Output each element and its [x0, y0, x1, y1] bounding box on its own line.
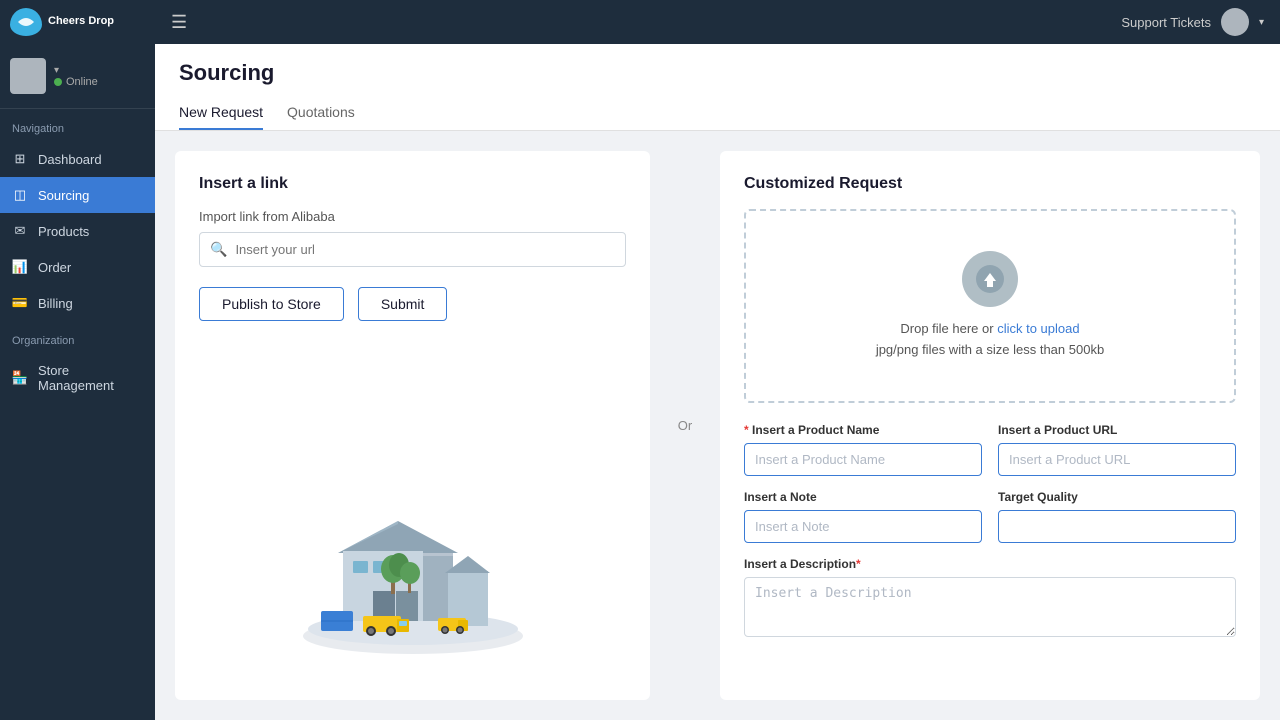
- sidebar-item-products[interactable]: ✉ Products: [0, 213, 155, 249]
- warehouse-illustration: [283, 461, 543, 656]
- or-divider: Or: [670, 151, 700, 700]
- status-dot: [54, 78, 62, 86]
- top-bar: ☰ Support Tickets ▾: [155, 0, 1280, 44]
- illustration: [199, 441, 626, 676]
- main-area: ☰ Support Tickets ▾ Sourcing New Request…: [155, 0, 1280, 720]
- search-icon: 🔍: [210, 241, 227, 258]
- user-info: ▾ Online: [54, 65, 98, 88]
- url-input-wrap: 🔍: [199, 232, 626, 267]
- description-group: Insert a Description*: [744, 557, 1236, 637]
- page-title: Sourcing: [179, 60, 1256, 86]
- sidebar-item-label: Sourcing: [38, 188, 89, 203]
- product-url-label: Insert a Product URL: [998, 423, 1236, 437]
- user-status: Online: [54, 76, 98, 88]
- sidebar-item-store-management[interactable]: 🏪 Store Management: [0, 353, 155, 403]
- avatar: [10, 58, 46, 94]
- url-input[interactable]: [235, 242, 615, 257]
- upload-text: Drop file here or click to upload jpg/pn…: [876, 319, 1104, 361]
- description-label: Insert a Description*: [744, 557, 1236, 571]
- upload-label-2: jpg/png files with a size less than 500k…: [876, 342, 1104, 357]
- logo[interactable]: Cheers Drop: [0, 0, 155, 44]
- top-bar-chevron-icon[interactable]: ▾: [1259, 17, 1264, 28]
- import-label: Import link from Alibaba: [199, 209, 626, 224]
- button-row: Publish to Store Submit: [199, 287, 626, 321]
- upload-click-link[interactable]: click to upload: [997, 321, 1079, 336]
- sidebar: Cheers Drop ▾ Online Navigation ⊞ Dashbo…: [0, 0, 155, 720]
- form-row-1: * Insert a Product Name Insert a Product…: [744, 423, 1236, 476]
- left-panel: Insert a link Import link from Alibaba 🔍…: [175, 151, 650, 700]
- top-bar-right: Support Tickets ▾: [1121, 8, 1264, 36]
- card-icon: 💳: [12, 295, 28, 311]
- right-panel: Customized Request Drop file here or cli…: [720, 151, 1260, 700]
- tab-new-request[interactable]: New Request: [179, 96, 263, 130]
- page-header: Sourcing New Request Quotations: [155, 44, 1280, 131]
- sidebar-item-label: Products: [38, 224, 89, 239]
- chart-icon: 📊: [12, 259, 28, 275]
- required-star: *: [744, 423, 752, 437]
- publish-to-store-button[interactable]: Publish to Store: [199, 287, 344, 321]
- logo-text: Cheers Drop: [48, 15, 114, 28]
- status-label: Online: [66, 76, 98, 88]
- panels: Insert a link Import link from Alibaba 🔍…: [155, 131, 1280, 720]
- envelope-icon: ✉: [12, 223, 28, 239]
- product-url-group: Insert a Product URL: [998, 423, 1236, 476]
- sidebar-item-label: Order: [38, 260, 71, 275]
- content: Sourcing New Request Quotations Insert a…: [155, 44, 1280, 720]
- support-tickets-link[interactable]: Support Tickets: [1121, 15, 1211, 30]
- hamburger-icon[interactable]: ☰: [171, 12, 187, 33]
- product-name-input[interactable]: [744, 443, 982, 476]
- chevron-down-icon: ▾: [54, 65, 98, 76]
- upload-area[interactable]: Drop file here or click to upload jpg/pn…: [744, 209, 1236, 403]
- description-required-star: *: [856, 557, 861, 571]
- sidebar-item-label: Dashboard: [38, 152, 102, 167]
- grid-icon: ⊞: [12, 151, 28, 167]
- note-input[interactable]: [744, 510, 982, 543]
- product-url-input[interactable]: [998, 443, 1236, 476]
- sidebar-item-billing[interactable]: 💳 Billing: [0, 285, 155, 321]
- description-textarea[interactable]: [744, 577, 1236, 637]
- top-bar-avatar[interactable]: [1221, 8, 1249, 36]
- quality-label: Target Quality: [998, 490, 1236, 504]
- right-section-title: Customized Request: [744, 175, 1236, 193]
- org-section-label: Organization: [0, 321, 155, 353]
- note-label: Insert a Note: [744, 490, 982, 504]
- sidebar-item-dashboard[interactable]: ⊞ Dashboard: [0, 141, 155, 177]
- user-profile[interactable]: ▾ Online: [0, 44, 155, 109]
- quality-input[interactable]: High Quality: [998, 510, 1236, 543]
- form-row-2: Insert a Note Target Quality High Qualit…: [744, 490, 1236, 543]
- sidebar-item-label: Store Management: [38, 363, 143, 393]
- product-name-group: * Insert a Product Name: [744, 423, 982, 476]
- logo-icon: [10, 8, 42, 36]
- tab-quotations[interactable]: Quotations: [287, 96, 355, 130]
- submit-button[interactable]: Submit: [358, 287, 448, 321]
- upload-label-1: Drop file here or: [900, 321, 997, 336]
- store-icon: 🏪: [12, 370, 28, 386]
- layers-icon: ◫: [12, 187, 28, 203]
- sidebar-item-label: Billing: [38, 296, 73, 311]
- left-section-title: Insert a link: [199, 175, 626, 193]
- nav-section-label: Navigation: [0, 109, 155, 141]
- sidebar-item-order[interactable]: 📊 Order: [0, 249, 155, 285]
- quality-group: Target Quality High Quality: [998, 490, 1236, 543]
- sidebar-item-sourcing[interactable]: ◫ Sourcing: [0, 177, 155, 213]
- upload-icon: [962, 251, 1018, 307]
- note-group: Insert a Note: [744, 490, 982, 543]
- product-name-label: * Insert a Product Name: [744, 423, 982, 437]
- tabs: New Request Quotations: [179, 96, 1256, 130]
